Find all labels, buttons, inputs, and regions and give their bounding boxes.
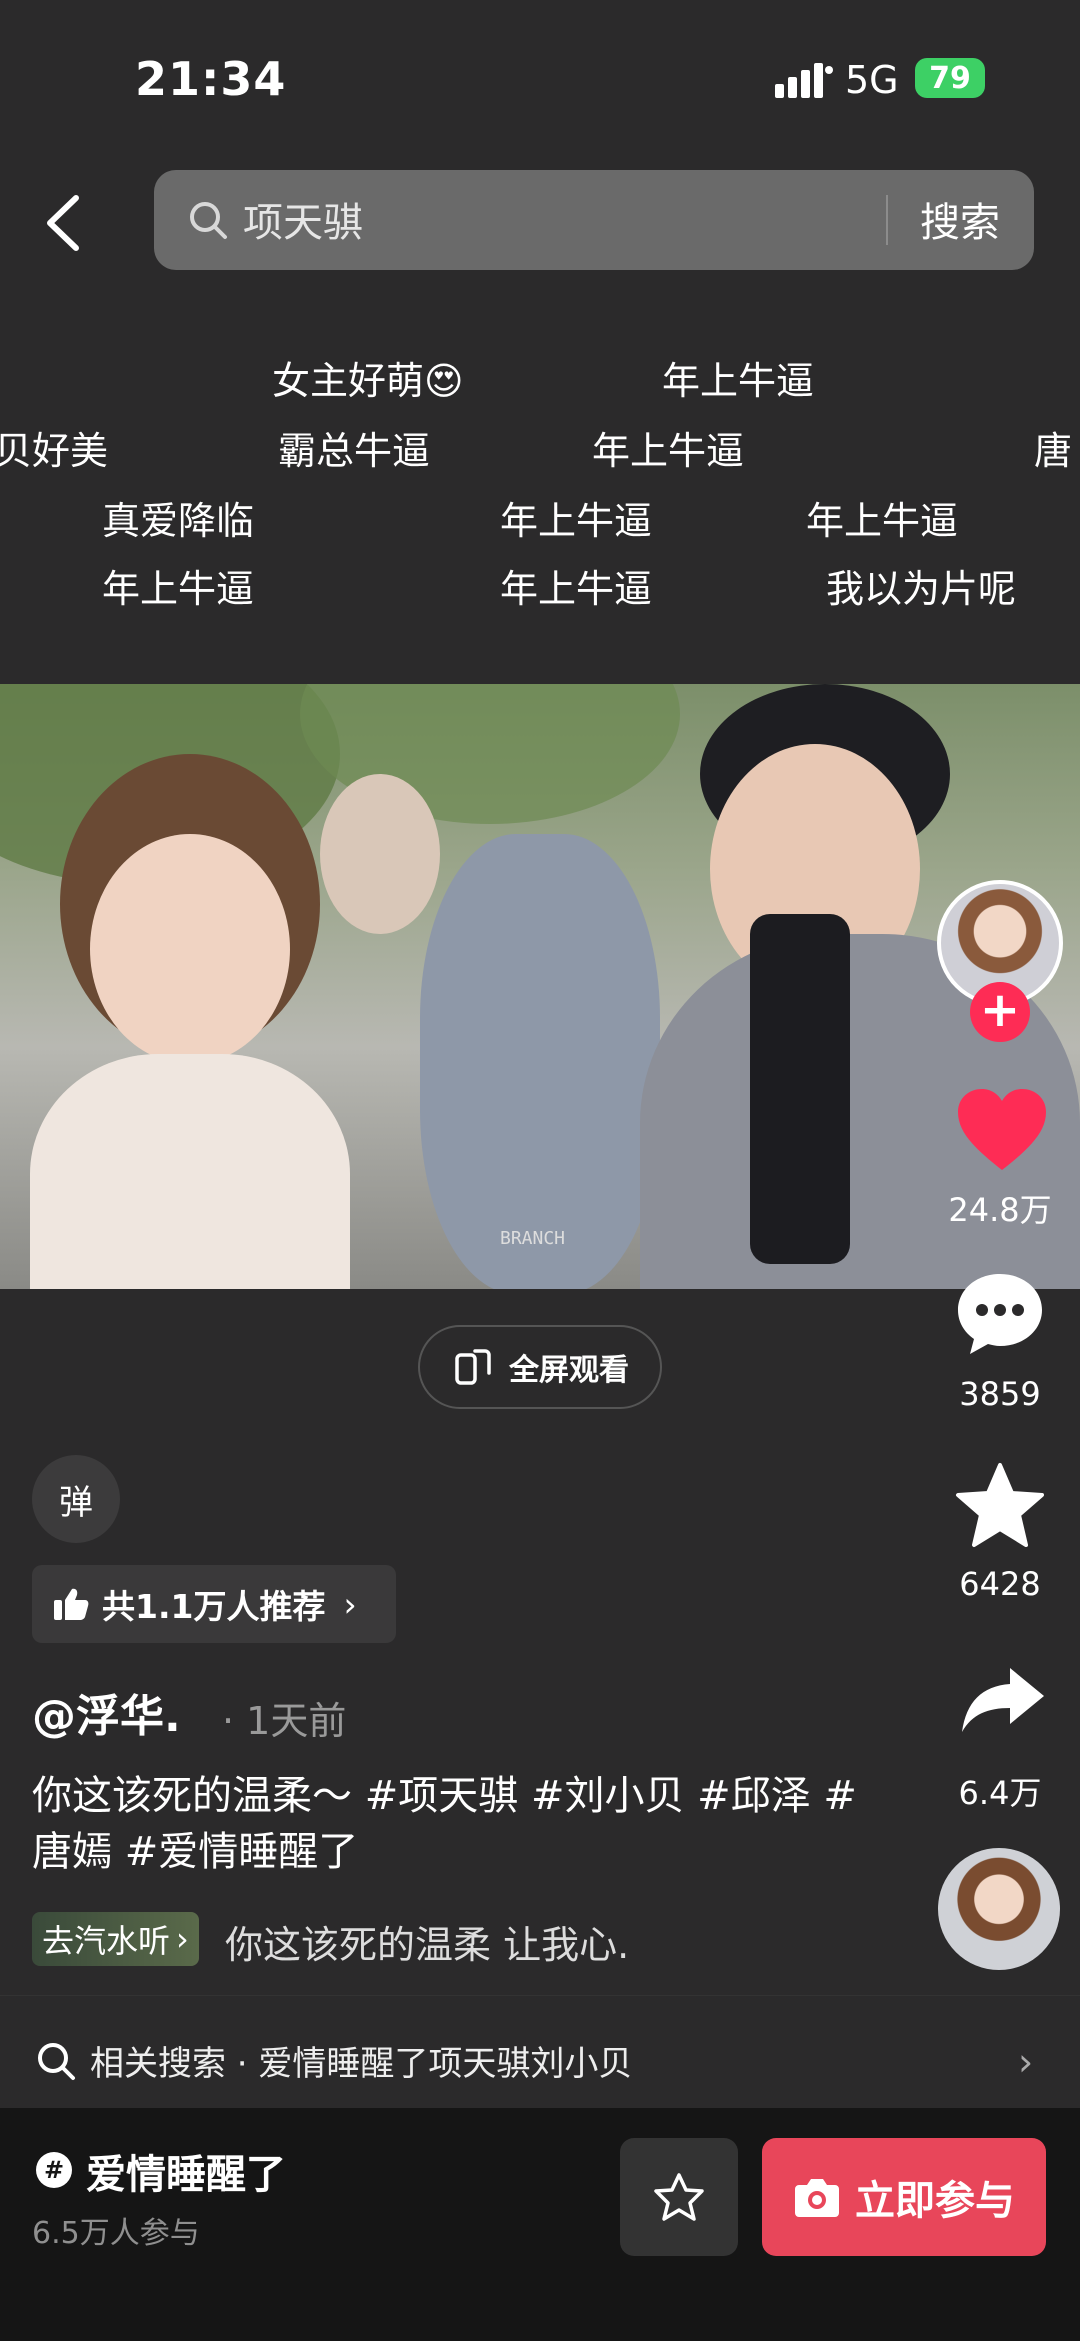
topic-participant-count: 6.5万人参与 (32, 2216, 200, 2251)
related-search-row[interactable]: 相关搜索 · 爱情睡醒了项天骐刘小贝 (36, 2036, 632, 2085)
danmaku-toggle-button[interactable]: 弹 (32, 1455, 120, 1543)
danmaku-comment: 贝好美 (0, 429, 109, 473)
rotate-screen-icon (455, 1349, 491, 1385)
danmaku-comment: 年上牛逼 (592, 429, 745, 473)
danmaku-comment: 年上牛逼 (102, 567, 255, 611)
status-time: 21:34 (135, 52, 287, 106)
music-disc-avatar[interactable] (938, 1848, 1060, 1970)
danmaku-comment: 唐 (1034, 429, 1073, 473)
chevron-right-icon: › (176, 1920, 189, 1958)
author-name[interactable]: @浮华. (32, 1680, 181, 1744)
danmaku-comment: 年上牛逼 (806, 499, 959, 543)
chevron-right-icon: › (1018, 2040, 1034, 2084)
music-app-tag[interactable]: 去汽水听 › (32, 1912, 199, 1966)
search-query[interactable]: 项天骐 (243, 190, 363, 248)
music-title[interactable]: 你这该死的温柔 让我心. (225, 1914, 629, 1969)
topic-hashtag-icon: # (36, 2152, 72, 2188)
search-icon (38, 2042, 75, 2080)
signal-icon (775, 63, 833, 98)
comment-count: 3859 (959, 1375, 1041, 1413)
favorite-topic-button[interactable] (620, 2138, 738, 2256)
danmaku-comment: 女主好萌😍 (272, 359, 464, 403)
danmaku-toggle-label: 弹 (59, 1482, 93, 1523)
post-caption[interactable]: 你这该死的温柔～ #项天骐 #刘小贝 #邱泽 #唐嫣 #爱情睡醒了 (32, 1768, 892, 1880)
follow-button[interactable]: + (970, 982, 1030, 1042)
recommend-button[interactable]: 共1.1万人推荐 › (32, 1565, 396, 1643)
danmaku-comment: 年上牛逼 (500, 567, 653, 611)
video-watermark: BRANCH (500, 1228, 566, 1249)
heart-icon[interactable] (954, 1086, 1050, 1174)
danmaku-comment: 真爱降临 (102, 499, 255, 543)
music-app-tag-label: 去汽水听 (42, 1922, 171, 1960)
share-arrow-icon[interactable] (958, 1664, 1048, 1736)
fullscreen-label: 全屏观看 (509, 1353, 629, 1388)
topic-title[interactable]: 爱情睡醒了 (86, 2142, 286, 2200)
favorite-star-icon[interactable] (955, 1462, 1045, 1548)
recommend-label: 共1.1万人推荐 (102, 1587, 326, 1626)
star-outline-icon (654, 2173, 704, 2221)
woman-face (90, 834, 290, 1064)
comment-icon[interactable] (954, 1270, 1046, 1358)
man-tie (750, 914, 850, 1264)
share-count: 6.4万 (958, 1774, 1042, 1812)
related-search-label: 相关搜索 · 爱情睡醒了项天骐刘小贝 (90, 2044, 633, 2084)
woman-dress (30, 1054, 350, 1289)
bg-person (320, 774, 440, 934)
favorite-count: 6428 (959, 1565, 1041, 1603)
battery-level: 79 (929, 60, 971, 96)
post-time: · 1天前 (222, 1699, 347, 1743)
back-icon[interactable] (40, 190, 90, 256)
battery-icon: 79 (915, 58, 985, 98)
divider (0, 1995, 1080, 1996)
bg-person (420, 834, 660, 1289)
chevron-right-icon: › (343, 1584, 357, 1624)
search-divider (886, 195, 888, 245)
video-player[interactable] (0, 684, 1080, 1289)
join-button-label: 立即参与 (855, 2178, 1015, 2224)
danmaku-comment: 我以为片呢 (826, 567, 1017, 611)
like-count: 24.8万 (948, 1191, 1052, 1229)
danmaku-comment: 霸总牛逼 (278, 429, 431, 473)
thumbs-up-icon (54, 1588, 89, 1620)
search-button[interactable]: 搜索 (920, 190, 1000, 248)
network-label: 5G (845, 58, 899, 102)
danmaku-comment: 年上牛逼 (500, 499, 653, 543)
danmaku-comment: 年上牛逼 (662, 359, 815, 403)
camera-icon (795, 2179, 839, 2217)
join-button[interactable]: 立即参与 (762, 2138, 1046, 2256)
search-icon (190, 202, 227, 239)
fullscreen-button[interactable]: 全屏观看 (418, 1325, 662, 1409)
